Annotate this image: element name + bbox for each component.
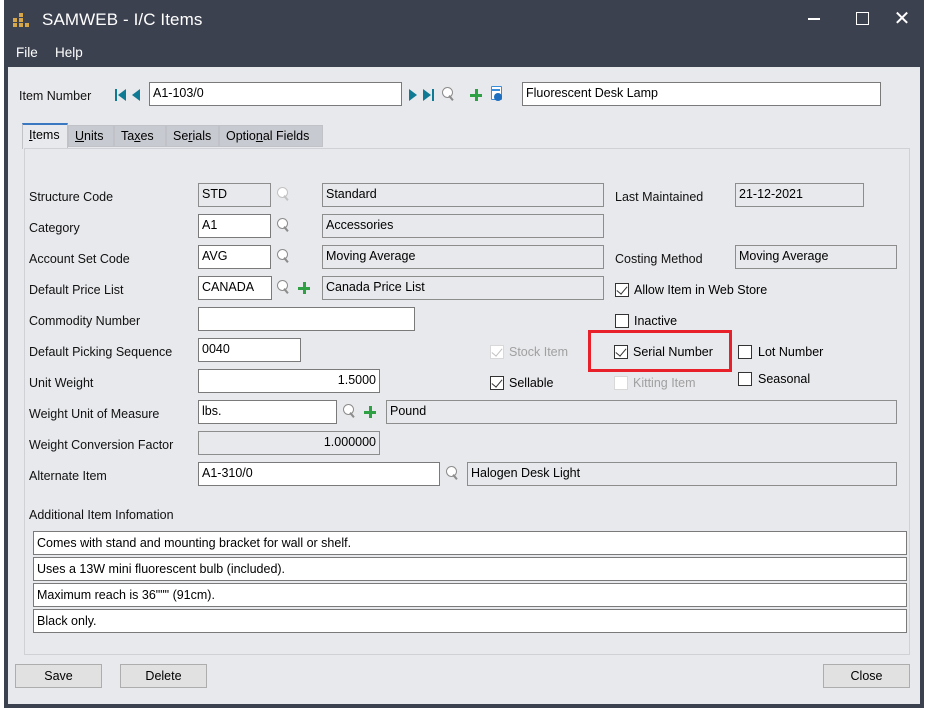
items-tab-panel: Structure Code STD Standard Last Maintai… [24,148,910,655]
item-description-input[interactable]: Fluorescent Desk Lamp [522,82,881,106]
account-set-finder-icon[interactable] [276,248,290,264]
sellable-label[interactable]: Sellable [509,376,553,390]
stock-item-checkbox [490,345,504,359]
additional-info-label: Additional Item Infomation [29,508,174,522]
account-set-code-input[interactable]: AVG [198,245,271,269]
commodity-number-input[interactable] [198,307,415,331]
tab-serials[interactable]: Serials [166,125,219,147]
costing-method-label: Costing Method [615,252,703,266]
add-item-icon[interactable] [469,88,483,102]
structure-code-input: STD [198,183,271,207]
lot-number-label[interactable]: Lot Number [758,345,823,359]
item-number-label: Item Number [19,89,92,103]
delete-button[interactable]: Delete [120,664,207,688]
menu-bar: File Help [4,40,924,66]
tab-items[interactable]: Items [22,123,68,149]
stock-item-label: Stock Item [509,345,569,359]
inactive-checkbox[interactable] [615,314,629,328]
item-number-input[interactable]: A1-103/0 [149,82,402,106]
additional-info-line-3[interactable]: Maximum reach is 36""" (91cm). [33,583,907,607]
price-list-description: Canada Price List [322,276,604,300]
tab-taxes[interactable]: Taxes [114,125,166,147]
item-finder-icon[interactable] [441,86,455,102]
client-area: Item Number A1-103/0 Fluorescent Desk La… [8,67,920,704]
menu-file[interactable]: File [16,45,38,60]
weight-conversion-label: Weight Conversion Factor [29,438,174,452]
serial-number-label[interactable]: Serial Number [633,345,713,359]
window: SAMWEB - I/C Items ✕ File Help Item Numb… [4,0,924,708]
category-label: Category [29,221,80,235]
default-price-list-label: Default Price List [29,283,124,297]
alternate-item-input[interactable]: A1-310/0 [198,462,440,486]
unit-weight-input[interactable]: 1.5000 [198,369,380,393]
menu-help[interactable]: Help [55,45,83,60]
close-window-button[interactable]: ✕ [879,4,925,34]
kitting-item-label: Kitting Item [633,376,696,390]
additional-info-line-2[interactable]: Uses a 13W mini fluorescent bulb (includ… [33,557,907,581]
picking-sequence-input[interactable]: 0040 [198,338,301,362]
weight-uom-input[interactable]: lbs. [198,400,337,424]
structure-code-label: Structure Code [29,190,114,204]
add-price-list-icon[interactable] [297,281,311,295]
structure-code-finder-icon [276,186,290,202]
default-price-list-input[interactable]: CANADA [198,276,272,300]
title-bar[interactable]: SAMWEB - I/C Items ✕ [4,0,924,40]
allow-web-store-checkbox[interactable] [615,283,629,297]
inactive-label[interactable]: Inactive [634,314,677,328]
category-description: Accessories [322,214,604,238]
first-record-button[interactable] [115,88,127,102]
unit-weight-label: Unit Weight [29,376,94,390]
tab-units[interactable]: Units [68,125,114,147]
costing-method-value: Moving Average [735,245,897,269]
additional-info-line-4[interactable]: Black only. [33,609,907,633]
item-info-icon[interactable] [491,86,503,102]
alternate-item-finder-icon[interactable] [445,465,459,481]
account-set-description: Moving Average [322,245,604,269]
save-button[interactable]: Save [15,664,102,688]
account-set-code-label: Account Set Code [29,252,130,266]
category-finder-icon[interactable] [276,217,290,233]
previous-record-button[interactable] [131,88,143,102]
weight-uom-description: Pound [386,400,897,424]
last-maintained-label: Last Maintained [615,190,704,204]
weight-uom-label: Weight Unit of Measure [29,407,160,421]
kitting-item-checkbox [614,376,628,390]
weight-conversion-value: 1.000000 [198,431,380,455]
close-button[interactable]: Close [823,664,910,688]
next-record-button[interactable] [408,88,420,102]
app-icon [13,13,29,27]
tab-optional-fields[interactable]: Optional Fields [219,125,323,147]
serial-number-checkbox[interactable] [614,345,628,359]
last-record-button[interactable] [423,88,435,102]
seasonal-label[interactable]: Seasonal [758,372,810,386]
category-input[interactable]: A1 [198,214,271,238]
picking-sequence-label: Default Picking Sequence [29,345,173,359]
sellable-checkbox[interactable] [490,376,504,390]
minimize-button[interactable] [791,4,837,34]
structure-code-description: Standard [322,183,604,207]
lot-number-checkbox[interactable] [738,345,752,359]
additional-info-line-1[interactable]: Comes with stand and mounting bracket fo… [33,531,907,555]
add-weight-uom-icon[interactable] [363,405,377,419]
price-list-finder-icon[interactable] [276,279,290,295]
allow-web-store-label[interactable]: Allow Item in Web Store [634,283,767,297]
weight-uom-finder-icon[interactable] [342,403,356,419]
alternate-item-description: Halogen Desk Light [467,462,897,486]
seasonal-checkbox[interactable] [738,372,752,386]
window-title: SAMWEB - I/C Items [42,10,203,29]
last-maintained-value: 21-12-2021 [735,183,864,207]
alternate-item-label: Alternate Item [29,469,107,483]
commodity-number-label: Commodity Number [29,314,141,328]
